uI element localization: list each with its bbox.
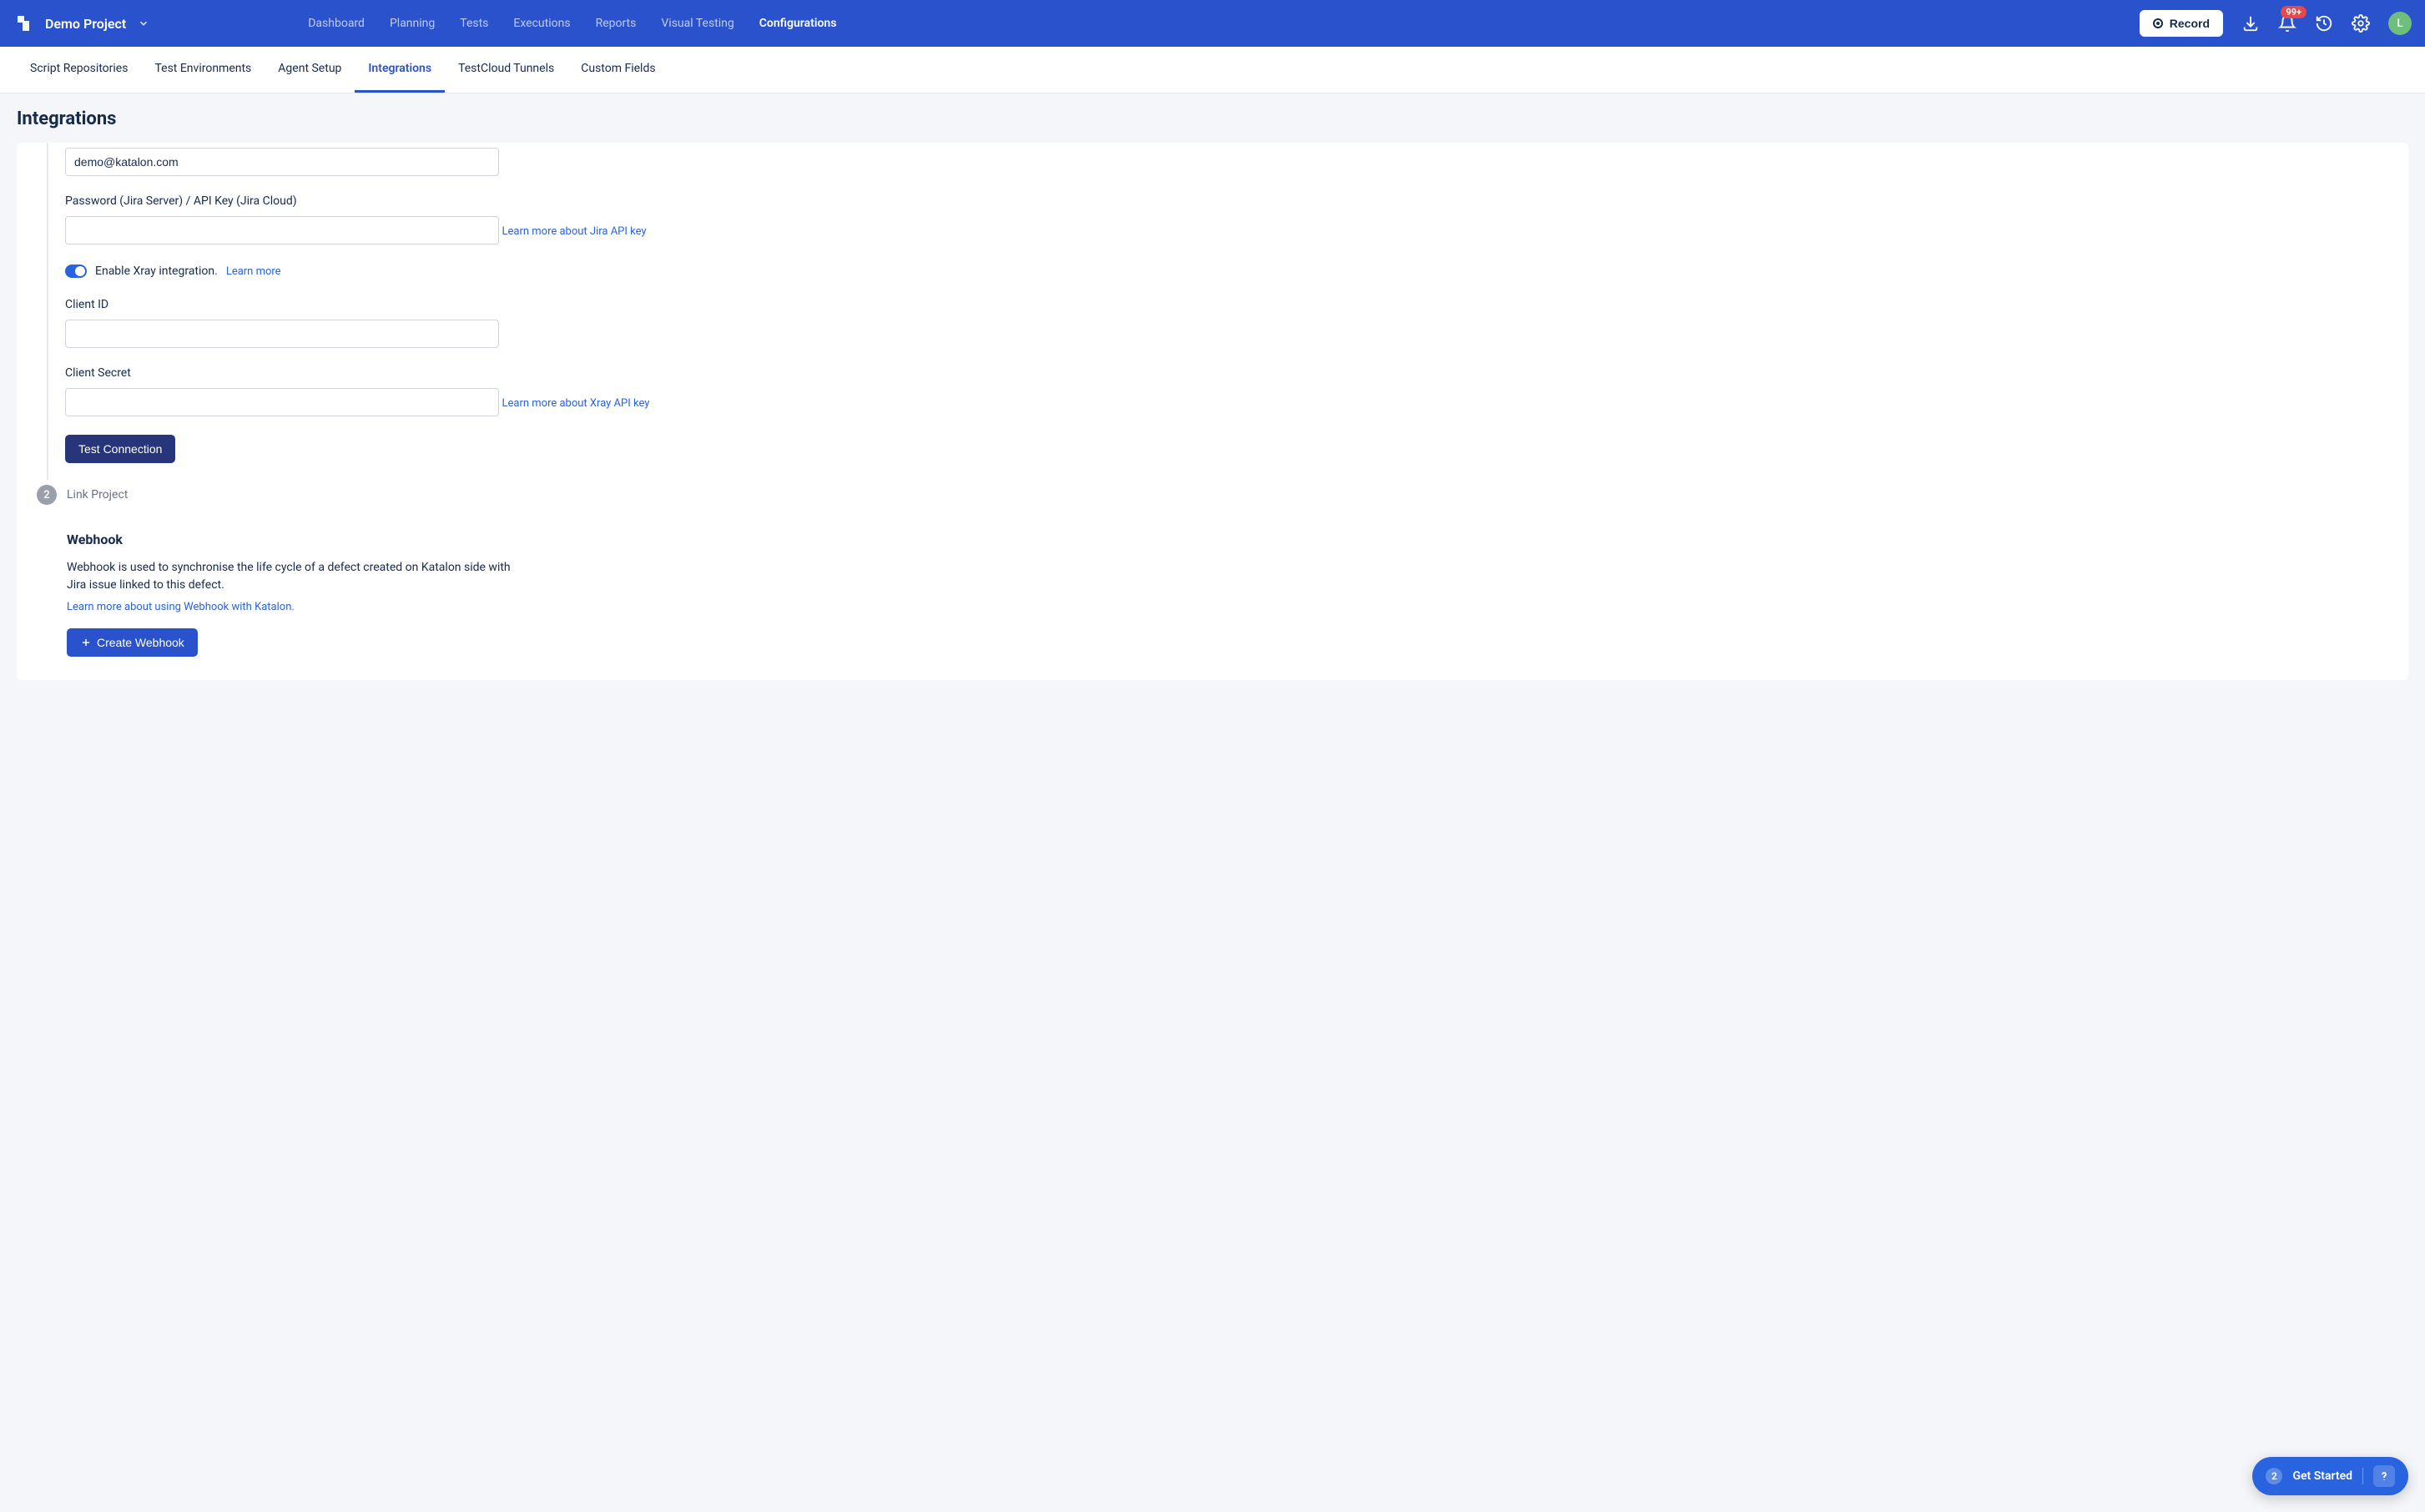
tab-agent-setup[interactable]: Agent Setup (265, 47, 355, 93)
record-label: Record (2170, 17, 2210, 30)
chevron-down-icon (138, 18, 149, 29)
create-webhook-label: Create Webhook (97, 636, 184, 649)
webhook-heading: Webhook (67, 532, 2388, 547)
settings-icon[interactable] (2352, 14, 2370, 33)
user-avatar[interactable]: L (2388, 12, 2412, 35)
jira-api-key-link[interactable]: Learn more about Jira API key (502, 225, 646, 238)
xray-toggle-row: Enable Xray integration. Learn more (65, 265, 2388, 278)
client-secret-input[interactable] (65, 388, 499, 416)
top-actions: Record 99+ L (2140, 10, 2412, 37)
step-1-body: Password (Jira Server) / API Key (Jira C… (47, 143, 2388, 480)
config-subtabs: Script Repositories Test Environments Ag… (0, 47, 2425, 93)
password-input[interactable] (65, 216, 499, 244)
xray-toggle[interactable] (65, 265, 87, 278)
password-group: Password (Jira Server) / API Key (Jira C… (65, 194, 2388, 244)
notifications-icon[interactable]: 99+ (2278, 14, 2296, 33)
app-logo-icon (13, 13, 33, 33)
get-started-count: 2 (2266, 1468, 2282, 1484)
nav-tests[interactable]: Tests (460, 17, 488, 30)
integration-card: Password (Jira Server) / API Key (Jira C… (17, 143, 2408, 680)
step-2-number: 2 (37, 485, 57, 505)
nav-planning[interactable]: Planning (390, 17, 435, 30)
xray-toggle-label: Enable Xray integration. (95, 265, 218, 278)
record-icon (2153, 18, 2163, 28)
nav-executions[interactable]: Executions (513, 17, 570, 30)
xray-learn-more-link[interactable]: Learn more (226, 265, 281, 278)
webhook-description: Webhook is used to synchronise the life … (67, 559, 517, 594)
tab-script-repositories[interactable]: Script Repositories (17, 47, 141, 93)
client-secret-label: Client Secret (65, 366, 2388, 380)
step-2-title: Link Project (67, 488, 128, 501)
tab-testcloud-tunnels[interactable]: TestCloud Tunnels (445, 47, 567, 93)
client-id-input[interactable] (65, 320, 499, 348)
webhook-learn-link[interactable]: Learn more about using Webhook with Kata… (67, 601, 2388, 613)
divider (2362, 1468, 2363, 1484)
webhook-section: Webhook Webhook is used to synchronise t… (67, 532, 2388, 657)
project-name: Demo Project (45, 16, 126, 32)
help-icon[interactable] (2373, 1465, 2395, 1487)
tab-custom-fields[interactable]: Custom Fields (567, 47, 668, 93)
get-started-pill[interactable]: 2 Get Started (2252, 1457, 2408, 1495)
page-title: Integrations (0, 93, 2425, 143)
nav-dashboard[interactable]: Dashboard (308, 17, 365, 30)
notification-badge: 99+ (2281, 6, 2307, 18)
email-group (65, 148, 2388, 176)
client-secret-group: Client Secret Learn more about Xray API … (65, 366, 2388, 416)
test-connection-label: Test Connection (78, 442, 162, 456)
plus-icon (80, 637, 92, 648)
record-button[interactable]: Record (2140, 10, 2223, 37)
get-started-label: Get Started (2292, 1469, 2352, 1483)
tab-test-environments[interactable]: Test Environments (141, 47, 265, 93)
nav-reports[interactable]: Reports (596, 17, 637, 30)
client-id-label: Client ID (65, 298, 2388, 311)
nav-visual-testing[interactable]: Visual Testing (661, 17, 734, 30)
create-webhook-button[interactable]: Create Webhook (67, 628, 198, 657)
tab-integrations[interactable]: Integrations (355, 47, 445, 93)
top-nav-bar: Demo Project Dashboard Planning Tests Ex… (0, 0, 2425, 47)
password-label: Password (Jira Server) / API Key (Jira C… (65, 194, 2388, 208)
primary-nav: Dashboard Planning Tests Executions Repo… (308, 17, 836, 30)
email-input[interactable] (65, 148, 499, 176)
nav-configurations[interactable]: Configurations (759, 17, 837, 30)
download-icon[interactable] (2241, 14, 2260, 33)
project-selector[interactable]: Demo Project (45, 16, 149, 32)
xray-api-key-link[interactable]: Learn more about Xray API key (502, 397, 649, 410)
client-id-group: Client ID (65, 298, 2388, 348)
test-connection-button[interactable]: Test Connection (65, 435, 175, 463)
recent-icon[interactable] (2315, 14, 2333, 33)
step-2-header[interactable]: 2 Link Project (37, 485, 2388, 505)
